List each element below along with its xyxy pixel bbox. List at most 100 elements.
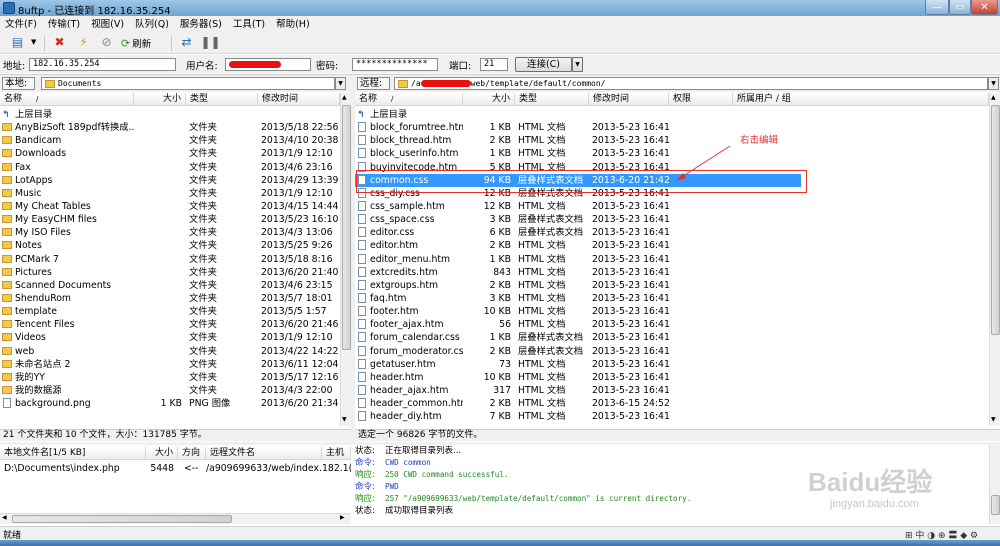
col-direction[interactable]: 方向 [178,447,206,459]
table-row[interactable]: forum_calendar.css 1 KB 层叠样式表文档 2013-5-23 1… [355,331,989,344]
port-input[interactable]: 21 [480,58,508,71]
local-scrollbar[interactable]: ▲ ▼ [340,93,351,426]
remote-path-input[interactable]: /a web/template/default/common/ [394,77,988,90]
table-row[interactable]: My ISO Files 文件夹 2013/4/3 13:06 [0,226,340,239]
reconnect-icon[interactable]: ⚡ [75,34,92,50]
table-row[interactable]: ShenduRom 文件夹 2013/5/7 18:01 [0,292,340,305]
table-row[interactable]: Downloads 文件夹 2013/1/9 12:10 [0,147,340,160]
table-row[interactable]: editor.css 6 KB 层叠样式表文档 2013-5-23 16:41 [355,226,989,239]
table-row[interactable]: LotApps 文件夹 2013/4/29 13:39 [0,174,340,187]
table-row[interactable]: footer_ajax.htm 56 HTML 文档 2013-5-23 16:41 [355,318,989,331]
scroll-down-icon[interactable]: ▼ [342,416,347,423]
table-row[interactable]: 我的YY 文件夹 2013/5/17 12:16 [0,371,340,384]
scroll-thumb[interactable] [12,515,232,523]
table-row[interactable]: footer.htm 10 KB HTML 文档 2013-5-23 16:41 [355,305,989,318]
table-row[interactable]: forum_moderator.css 2 KB 层叠样式表文档 2013-5-23 … [355,345,989,358]
col-name[interactable]: 名称 / [0,93,134,105]
table-row[interactable]: web 文件夹 2013/4/22 14:22 [0,345,340,358]
table-row[interactable]: Bandicam 文件夹 2013/4/10 20:38 [0,134,340,147]
table-row[interactable]: css_space.css 3 KB 层叠样式表文档 2013-5-23 16:41 [355,213,989,226]
table-row[interactable]: css_sample.htm 12 KB HTML 文档 2013-5-23 16:4… [355,200,989,213]
scroll-up-icon[interactable]: ▲ [342,94,347,101]
menu-view[interactable]: 视图(V) [86,16,130,30]
scroll-thumb[interactable] [342,105,351,350]
password-input[interactable]: ************** [352,58,438,71]
username-input[interactable] [225,58,311,71]
table-row[interactable]: My EasyCHM files 文件夹 2013/5/23 16:10 [0,213,340,226]
address-input[interactable]: 182.16.35.254 [29,58,176,71]
menu-queue[interactable]: 队列(Q) [130,16,175,30]
table-row[interactable]: getatuser.htm 73 HTML 文档 2013-5-23 16:41 [355,358,989,371]
transfer-icon[interactable]: ⇄ [178,34,195,50]
table-row[interactable]: extgroups.htm 2 KB HTML 文档 2013-5-23 16:41 [355,279,989,292]
col-date[interactable]: 修改时间 [258,93,340,105]
pause-icon[interactable]: ❚❚ [200,34,220,50]
stop-icon[interactable]: ⊘ [98,34,115,50]
table-row[interactable]: Tencent Files 文件夹 2013/6/20 21:46 [0,318,340,331]
menu-file[interactable]: 文件(F) [0,16,43,30]
col-owner[interactable]: 所属用户 / 组 [733,93,989,105]
table-row[interactable]: header.htm 10 KB HTML 文档 2013-5-23 16:41 [355,371,989,384]
disconnect-icon[interactable]: ✖ [51,34,68,50]
refresh-button[interactable]: ⟳ 刷新 [121,35,151,51]
table-row[interactable]: editor_menu.htm 1 KB HTML 文档 2013-5-23 16:4… [355,253,989,266]
connect-button[interactable]: 连接(C) [515,57,572,72]
local-path-input[interactable]: Documents [41,77,335,90]
table-row[interactable]: editor.htm 2 KB HTML 文档 2013-5-23 16:41 [355,239,989,252]
queue-hscrollbar[interactable]: ◀ ▶ [0,513,351,524]
table-row[interactable]: PCMark 7 文件夹 2013/5/18 8:16 [0,253,340,266]
col-host[interactable]: 主机 [322,447,351,459]
table-row[interactable]: template 文件夹 2013/5/5 1:57 [0,305,340,318]
menu-server[interactable]: 服务器(S) [175,16,228,30]
col-permissions[interactable]: 权限 [669,93,733,105]
remote-scrollbar[interactable]: ▲ ▼ [989,93,1000,426]
log-scrollbar[interactable] [989,445,1000,524]
table-row[interactable]: AnyBizSoft 189pdf转换成... 文件夹 2013/5/18 22:5… [0,121,340,134]
table-row[interactable]: header_diy.htm 7 KB HTML 文档 2013-5-23 16:41 [355,410,989,423]
maximize-button[interactable]: ▭ [949,0,971,15]
col-size[interactable]: 大小 [134,93,186,105]
site-manager-icon[interactable]: ▤ [9,34,26,50]
col-local-file[interactable]: 本地文件名[1/5 KB] [0,447,146,459]
scroll-thumb[interactable] [991,105,1000,335]
table-row[interactable]: Pictures 文件夹 2013/6/20 21:40 [0,266,340,279]
table-row[interactable]: ↰ 上层目录 [355,108,989,121]
menu-transfer[interactable]: 传输(T) [43,16,86,30]
remote-path-dropdown-icon[interactable]: ▼ [988,77,999,90]
scroll-right-icon[interactable]: ▶ [340,514,345,521]
table-row[interactable]: 未命名站点 2 文件夹 2013/6/11 12:04 [0,358,340,371]
close-button[interactable]: ✕ [971,0,998,15]
table-row[interactable]: block_forumtree.htm 1 KB HTML 文档 2013-5-23 … [355,121,989,134]
table-row[interactable]: faq.htm 3 KB HTML 文档 2013-5-23 16:41 [355,292,989,305]
table-row[interactable]: header_common.htm 2 KB HTML 文档 2013-6-15 24… [355,397,989,410]
scroll-down-icon[interactable]: ▼ [991,416,996,423]
table-row[interactable]: Music 文件夹 2013/1/9 12:10 [0,187,340,200]
col-size[interactable]: 大小 [146,447,178,459]
local-path-dropdown-icon[interactable]: ▼ [335,77,346,90]
table-row[interactable]: Scanned Documents 文件夹 2013/4/6 23:15 [0,279,340,292]
table-row[interactable]: Notes 文件夹 2013/5/25 9:26 [0,239,340,252]
minimize-button[interactable]: — [925,0,949,15]
table-row[interactable]: My Cheat Tables 文件夹 2013/4/15 14:44 [0,200,340,213]
queue-row[interactable]: D:\Documents\index.php 5448 <-- /a909699… [0,462,351,475]
col-remote-file[interactable]: 远程文件名 [206,447,322,459]
table-row[interactable]: background.png 1 KB PNG 图像 2013/6/20 21:34 [0,397,340,410]
table-row[interactable]: Videos 文件夹 2013/1/9 12:10 [0,331,340,344]
scroll-up-icon[interactable]: ▲ [991,94,996,101]
table-row[interactable]: ↰ 上层目录 [0,108,340,121]
table-row[interactable]: extcredits.htm 843 HTML 文档 2013-5-23 16:41 [355,266,989,279]
table-row[interactable]: 我的数据源 文件夹 2013/4/3 22:00 [0,384,340,397]
col-size[interactable]: 大小 [463,93,515,105]
col-name[interactable]: 名称 / [355,93,463,105]
table-row[interactable]: Fax 文件夹 2013/4/6 23:16 [0,161,340,174]
col-type[interactable]: 类型 [186,93,258,105]
connect-dropdown-icon[interactable]: ▼ [572,57,583,72]
dropdown-arrow-icon[interactable]: ▼ [31,38,36,46]
menu-help[interactable]: 帮助(H) [271,16,316,30]
scroll-thumb[interactable] [991,495,1000,515]
col-date[interactable]: 修改时间 [589,93,669,105]
table-row[interactable]: header_ajax.htm 317 HTML 文档 2013-5-23 16:41 [355,384,989,397]
menu-tools[interactable]: 工具(T) [228,16,271,30]
scroll-left-icon[interactable]: ◀ [2,514,7,521]
col-type[interactable]: 类型 [515,93,589,105]
